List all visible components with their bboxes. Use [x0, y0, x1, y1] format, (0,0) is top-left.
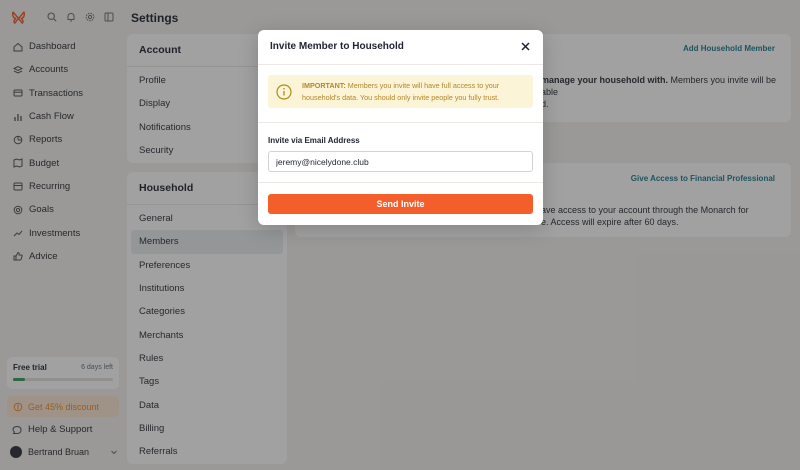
important-notice: IMPORTANT: Members you invite will have … [268, 75, 533, 108]
notice-text: IMPORTANT: Members you invite will have … [302, 80, 499, 104]
notice-bold: IMPORTANT: [302, 80, 346, 90]
email-field-label: Invite via Email Address [268, 136, 360, 145]
notice-text-1: Members you invite will have full access… [345, 80, 500, 90]
modal-header-divider [258, 64, 543, 65]
email-field[interactable] [268, 151, 533, 172]
info-icon [276, 83, 292, 100]
close-icon[interactable] [520, 41, 531, 52]
send-invite-button[interactable]: Send Invite [268, 194, 533, 214]
invite-member-modal: Invite Member to Household IMPORTANT: Me… [258, 30, 543, 225]
modal-title: Invite Member to Household [270, 41, 404, 52]
modal-body-divider [258, 122, 543, 123]
notice-text-2: household's data. You should only invite… [302, 92, 500, 102]
modal-footer-divider [258, 182, 543, 183]
